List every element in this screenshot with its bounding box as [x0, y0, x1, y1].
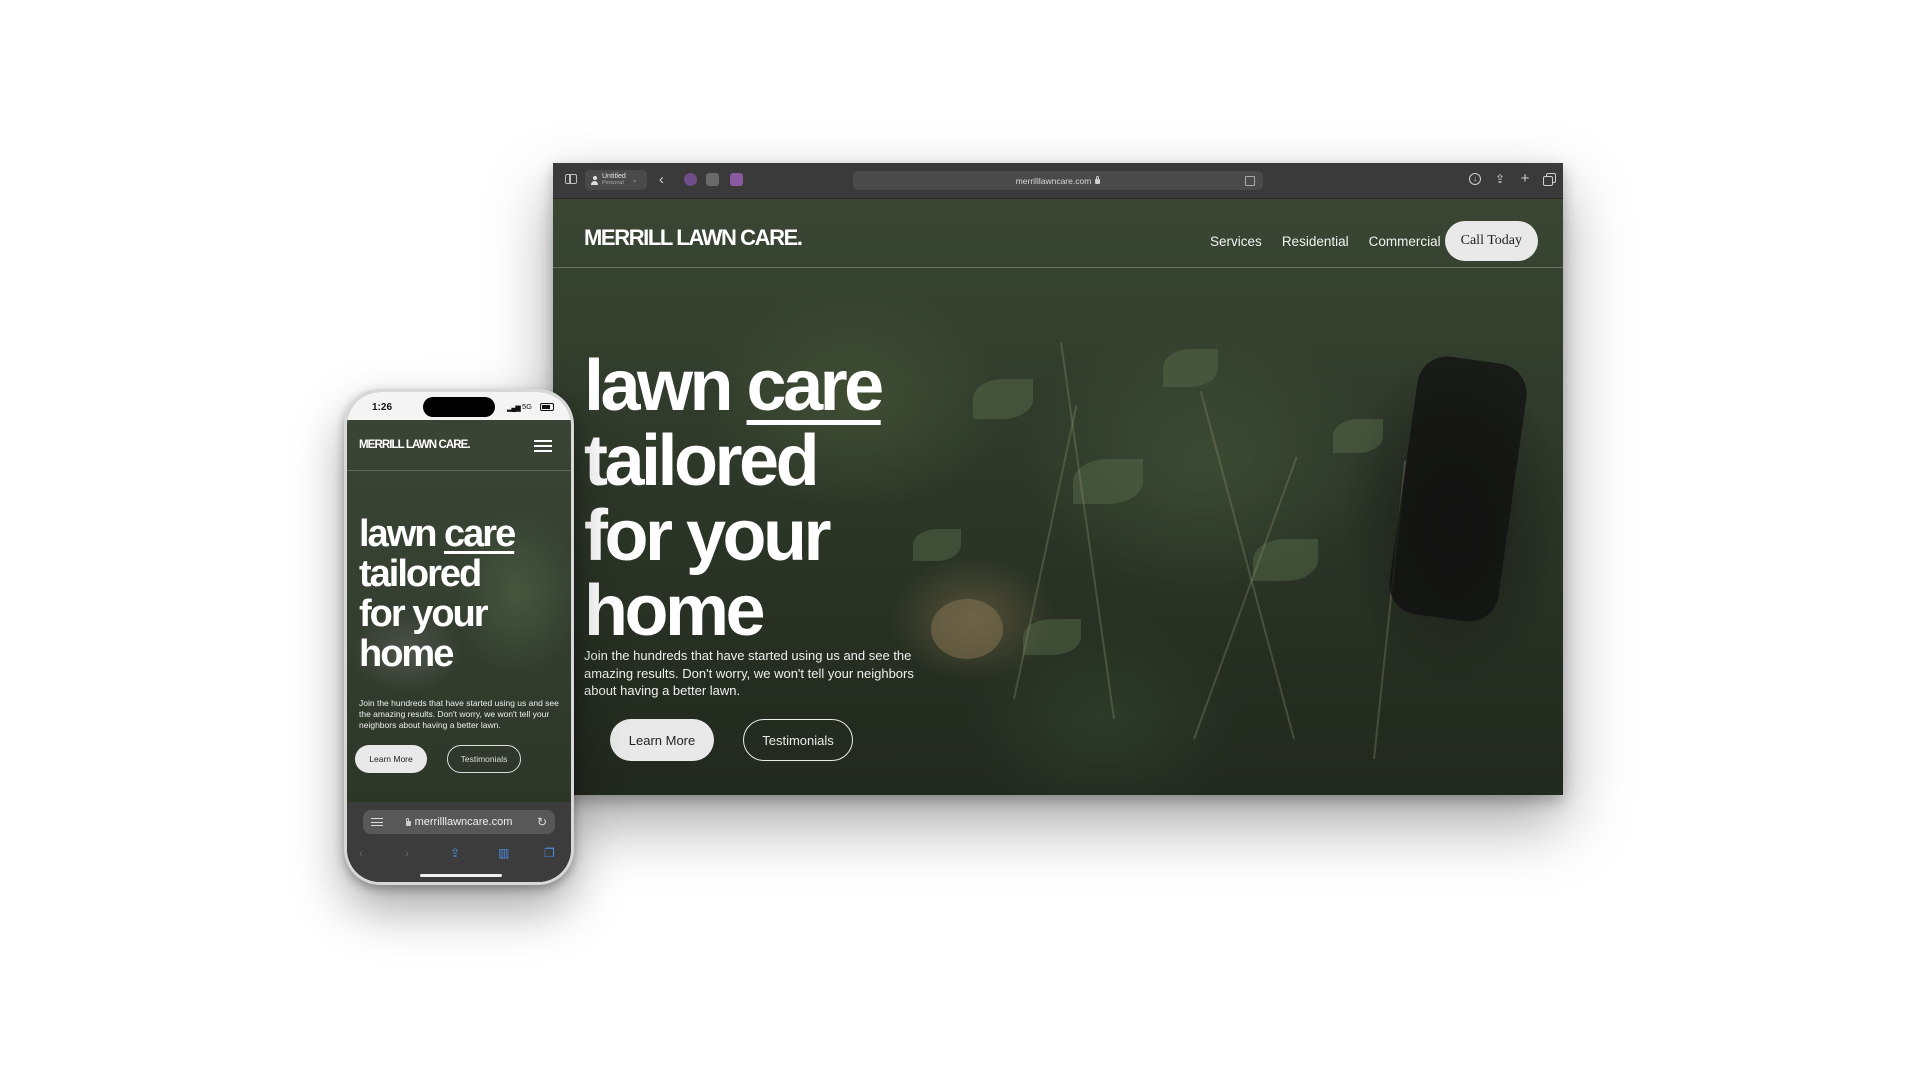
- headline-line: tailored: [584, 421, 820, 501]
- share-icon[interactable]: ⇪: [1494, 173, 1506, 185]
- mobile-learn-more-button[interactable]: Learn More: [355, 745, 427, 773]
- status-time: 1:26: [372, 402, 393, 413]
- sidebar-icon[interactable]: [565, 174, 577, 184]
- nav-services[interactable]: Services: [1210, 234, 1262, 249]
- status-bar: 1:26 ▂▄▆ 5G: [347, 392, 571, 420]
- call-today-button[interactable]: Call Today: [1444, 221, 1538, 261]
- mobile-hero-headline: lawn care tailored for your home: [359, 513, 516, 675]
- headline-underlined-word: care: [746, 346, 885, 426]
- extension-icon[interactable]: [730, 173, 743, 186]
- mobile-browser-bar: merrilllawncare.com ↻ ‹ › ⇪ ▥ ❐: [347, 802, 571, 882]
- headline-line: for your: [584, 496, 832, 576]
- headline-line: for your: [359, 593, 489, 635]
- download-icon[interactable]: ↓: [1469, 173, 1481, 185]
- tabs-overview-icon[interactable]: ❐: [544, 846, 555, 860]
- tabs-overview-icon[interactable]: [1543, 173, 1556, 186]
- learn-more-button[interactable]: Learn More: [610, 719, 714, 761]
- site-logo[interactable]: MERRILL LAWN CARE.: [584, 225, 803, 251]
- chevron-down-icon: ⌄: [631, 177, 638, 184]
- mobile-hero-subtext: Join the hundreds that have started usin…: [359, 698, 559, 730]
- headline-underlined-word: care: [444, 513, 516, 555]
- testimonials-button[interactable]: Testimonials: [743, 719, 853, 761]
- profile-names: Untitled Personal: [602, 173, 626, 187]
- mobile-site-logo[interactable]: MERRILL LAWN CARE.: [359, 439, 471, 451]
- share-icon[interactable]: ⇪: [450, 846, 460, 860]
- profile-switcher[interactable]: Untitled Personal ⌄: [585, 170, 647, 190]
- nav-residential[interactable]: Residential: [1282, 234, 1349, 249]
- headline-line: home: [584, 571, 766, 651]
- headline-word: lawn: [359, 513, 437, 555]
- hero-subtext: Join the hundreds that have started usin…: [584, 648, 914, 698]
- reader-icon[interactable]: [1245, 176, 1255, 186]
- person-icon: [591, 175, 598, 185]
- network-label: 5G: [522, 402, 533, 411]
- hero-section: MERRILL LAWN CARE. Services Residential …: [553, 199, 1563, 795]
- extension-icon[interactable]: [684, 173, 697, 186]
- mobile-nav-divider: [347, 470, 571, 471]
- mobile-address-bar[interactable]: merrilllawncare.com ↻: [363, 810, 555, 834]
- extension-icon[interactable]: [706, 173, 719, 186]
- lock-icon: [405, 817, 411, 826]
- hero-headline: lawn care tailored for your home: [584, 346, 885, 651]
- desktop-browser-window: Untitled Personal ⌄ ‹ merrilllawncare.co…: [553, 163, 1563, 795]
- plus-icon[interactable]: +: [1519, 171, 1531, 186]
- headline-line: home: [359, 633, 454, 675]
- headline-word: lawn: [584, 346, 734, 426]
- reload-icon[interactable]: ↻: [537, 815, 547, 829]
- chevron-left-icon[interactable]: ‹: [659, 172, 664, 187]
- profile-name: Untitled: [602, 173, 626, 180]
- mobile-phone-frame: 1:26 ▂▄▆ 5G MERRILL LAWN CARE. lawn care…: [344, 389, 574, 885]
- site-nav: Services Residential Commercial Call Tod…: [1210, 221, 1538, 261]
- headline-line: tailored: [359, 553, 482, 595]
- profile-subname: Personal: [602, 180, 624, 186]
- nav-divider: [553, 267, 1563, 268]
- mobile-screen: 1:26 ▂▄▆ 5G MERRILL LAWN CARE. lawn care…: [347, 392, 571, 882]
- home-indicator: [420, 874, 502, 877]
- back-icon[interactable]: ‹: [359, 846, 363, 860]
- url-text: merrilllawncare.com: [1015, 175, 1092, 186]
- mobile-url-text: merrilllawncare.com: [414, 816, 513, 828]
- lock-icon: [1095, 176, 1101, 184]
- signal-icon: ▂▄▆: [507, 405, 521, 412]
- forward-icon[interactable]: ›: [405, 846, 409, 860]
- nav-commercial[interactable]: Commercial: [1369, 234, 1441, 249]
- battery-icon: [540, 403, 554, 411]
- hamburger-icon[interactable]: [534, 440, 552, 452]
- page-menu-icon[interactable]: [371, 818, 383, 827]
- address-bar[interactable]: merrilllawncare.com: [853, 171, 1263, 190]
- mobile-testimonials-button[interactable]: Testimonials: [447, 745, 521, 773]
- bookmarks-icon[interactable]: ▥: [498, 846, 509, 860]
- browser-toolbar: Untitled Personal ⌄ ‹ merrilllawncare.co…: [553, 163, 1563, 199]
- dynamic-island: [423, 397, 495, 417]
